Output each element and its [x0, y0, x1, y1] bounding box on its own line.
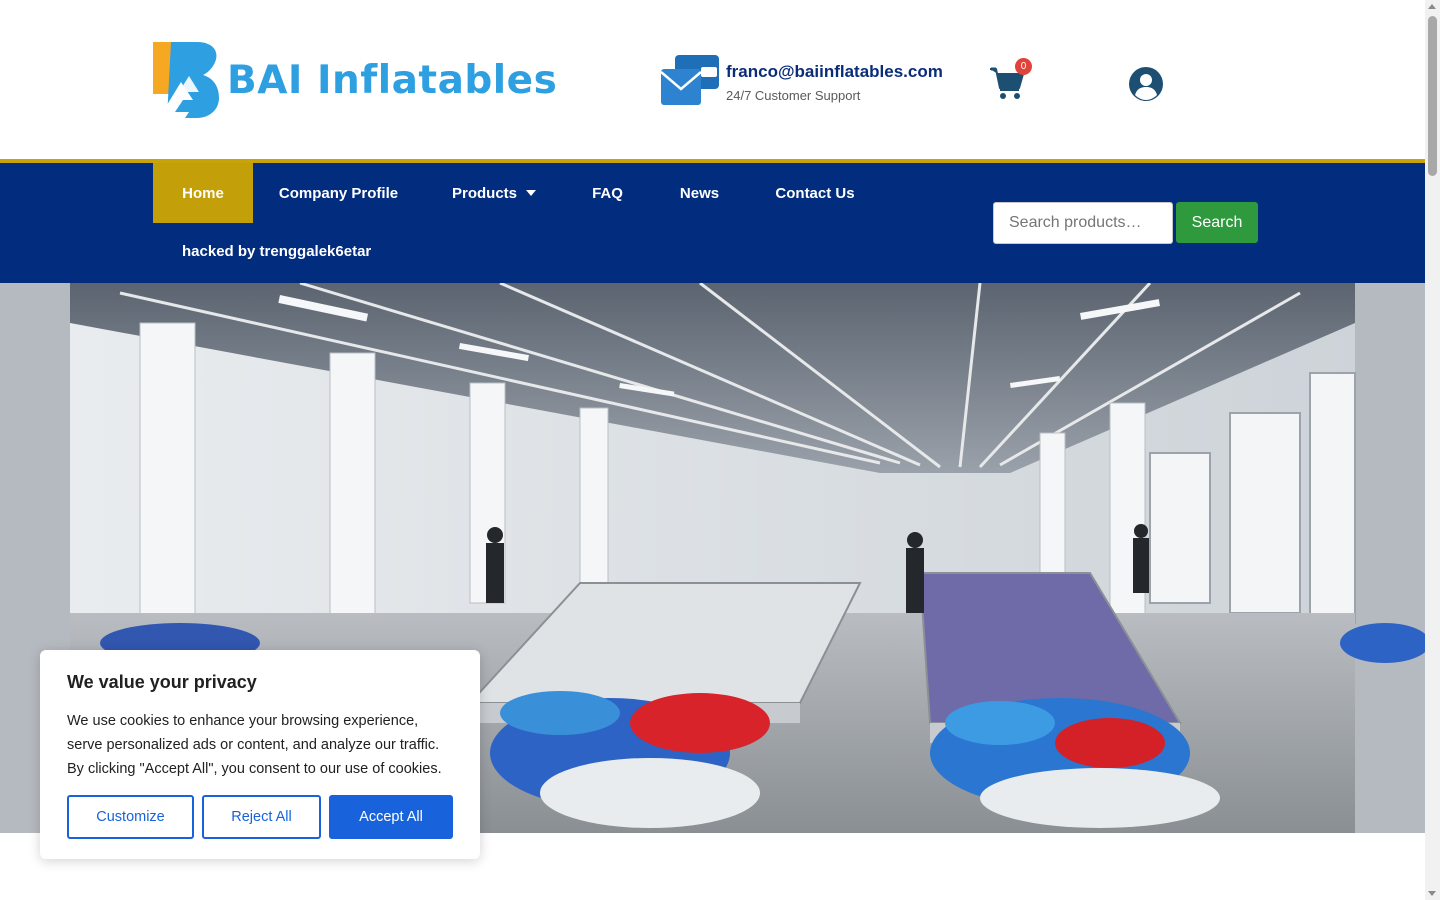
nav-item-contact-us[interactable]: Contact Us: [748, 163, 882, 223]
nav-item-second-row[interactable]: hacked by trenggalek6etar: [182, 243, 371, 260]
scrollbar-thumb[interactable]: [1428, 16, 1437, 176]
cart-button[interactable]: 0: [989, 58, 1032, 102]
contact-text: franco@baiinflatables.com 24/7 Customer …: [726, 62, 943, 103]
cookie-consent-banner: We value your privacy We use cookies to …: [40, 650, 480, 859]
nav-item-home[interactable]: Home: [153, 163, 253, 223]
nav-item-faq[interactable]: FAQ: [564, 163, 651, 223]
nav-item-products[interactable]: Products: [424, 163, 564, 223]
brand-name: BAI Inflatables: [227, 57, 558, 103]
nav-item-label: FAQ: [592, 184, 623, 202]
main-navigation: Home Company Profile Products FAQ News C…: [0, 159, 1425, 283]
contact-email[interactable]: franco@baiinflatables.com: [726, 62, 943, 82]
cookie-button-group: Customize Reject All Accept All: [67, 795, 453, 839]
nav-item-label: News: [679, 184, 720, 202]
scroll-up-arrow-icon[interactable]: [1428, 4, 1436, 9]
page-scrollbar[interactable]: [1425, 0, 1440, 900]
nav-item-label: Products: [451, 184, 517, 202]
contact-subtitle: 24/7 Customer Support: [726, 88, 861, 103]
account-button[interactable]: [1128, 66, 1164, 102]
search-button[interactable]: Search: [1176, 202, 1258, 243]
cookie-description: We use cookies to enhance your browsing …: [67, 713, 442, 777]
nav-item-news[interactable]: News: [651, 163, 748, 223]
brand-logo-icon: [153, 42, 219, 118]
nav-item-label: Contact Us: [775, 184, 855, 202]
cookie-reject-all-button[interactable]: Reject All: [202, 795, 321, 839]
user-circle-icon: [1129, 67, 1163, 101]
mail-icon: [661, 55, 719, 105]
chevron-down-icon: [526, 190, 536, 196]
nav-item-company-profile[interactable]: Company Profile: [253, 163, 424, 223]
scroll-down-arrow-icon[interactable]: [1428, 891, 1436, 896]
brand-logo[interactable]: BAI Inflatables: [153, 42, 557, 118]
nav-item-label: Home: [182, 184, 224, 202]
cookie-customize-button[interactable]: Customize: [67, 795, 194, 839]
site-header: BAI Inflatables franco@baiinflatables.co…: [0, 0, 1425, 160]
search-input[interactable]: [993, 202, 1173, 244]
cookie-accept-all-button[interactable]: Accept All: [329, 795, 453, 839]
nav-item-label: Company Profile: [278, 184, 399, 202]
contact-info: franco@baiinflatables.com 24/7 Customer …: [661, 55, 943, 107]
cart-count-badge: 0: [1015, 58, 1032, 75]
cookie-title: We value your privacy: [67, 672, 257, 692]
